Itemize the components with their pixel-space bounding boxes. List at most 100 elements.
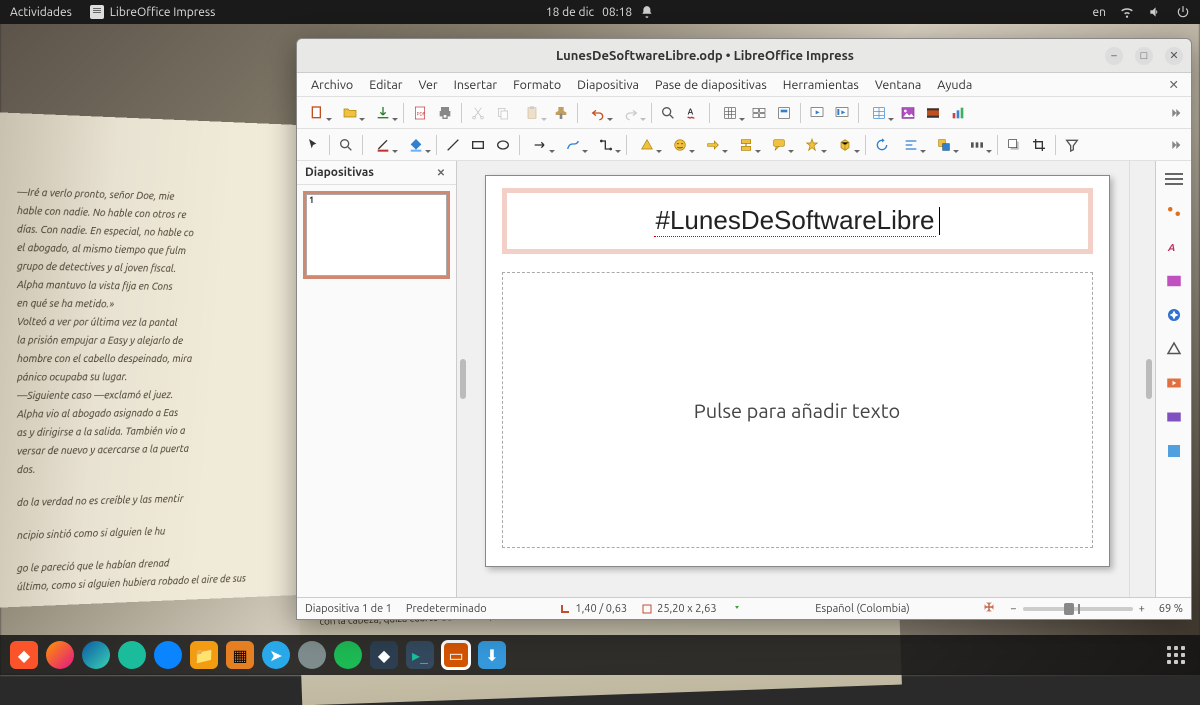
sidebar-animation-icon[interactable] [1162,405,1186,429]
zoom-in-icon[interactable]: + [1139,603,1145,615]
fill-color-button[interactable] [400,133,432,157]
menu-insert[interactable]: Insertar [446,75,505,95]
menu-file[interactable]: Archivo [303,75,361,95]
sidebar-settings-icon[interactable] [1162,167,1186,191]
menu-tools[interactable]: Herramientas [775,75,867,95]
start-current-slide-button[interactable] [830,101,854,125]
slide-title-text[interactable]: #LunesDeSoftwareLibre [654,205,937,237]
status-language[interactable]: Español (Colombia) [815,603,909,615]
start-first-slide-button[interactable] [805,101,829,125]
slide-title-box[interactable]: #LunesDeSoftwareLibre [502,188,1093,254]
document-close-icon[interactable]: ✕ [1163,75,1185,94]
dock-impress-icon[interactable]: ▭ [442,641,470,669]
canvas-scroll[interactable]: #LunesDeSoftwareLibre Pulse para añadir … [469,161,1129,597]
arrange-tool[interactable] [928,133,960,157]
slides-panel-close-icon[interactable]: ✕ [434,166,448,180]
zoom-value[interactable]: 69 % [1159,603,1183,615]
curve-tool[interactable] [557,133,589,157]
callout-tool[interactable] [763,133,795,157]
dock-app-teal-icon[interactable] [118,641,146,669]
dock-app-grey-icon[interactable] [298,641,326,669]
zoom-out-icon[interactable]: − [1010,603,1016,615]
keyboard-lang[interactable]: en [1093,6,1106,19]
dock-terminal-icon[interactable]: ▸_ [406,641,434,669]
activities-button[interactable]: Actividades [10,6,72,19]
insert-image-button[interactable] [896,101,920,125]
redo-button[interactable] [615,101,647,125]
3d-tool[interactable] [829,133,861,157]
dock-telegram-icon[interactable]: ➤ [262,641,290,669]
active-app-indicator[interactable]: LibreOffice Impress [90,5,216,19]
menu-slideshow[interactable]: Pase de diapositivas [647,75,775,95]
dock-edge-icon[interactable] [82,641,110,669]
sidebar-navigator-icon[interactable] [1162,303,1186,327]
crop-tool[interactable] [1027,133,1051,157]
print-button[interactable] [433,101,457,125]
paste-button[interactable] [516,101,548,125]
open-button[interactable] [334,101,366,125]
slide-thumb-1[interactable]: 1 [303,191,450,279]
align-tool[interactable] [895,133,927,157]
minimize-button[interactable]: – [1105,47,1123,65]
insert-table-button[interactable] [863,101,895,125]
display-grid-button[interactable] [714,101,746,125]
wifi-icon[interactable] [1120,5,1134,19]
maximize-button[interactable]: □ [1135,47,1153,65]
arrow-tool[interactable] [524,133,556,157]
dock-firefox-icon[interactable] [46,641,74,669]
menu-slide[interactable]: Diapositiva [569,75,647,95]
stars-tool[interactable] [796,133,828,157]
export-pdf-button[interactable]: PDF [408,101,432,125]
menu-view[interactable]: Ver [411,75,446,95]
menu-format[interactable]: Formato [505,75,569,95]
insert-av-button[interactable] [921,101,945,125]
dock-brave-icon[interactable]: ◆ [10,641,38,669]
select-tool[interactable] [301,133,325,157]
menu-edit[interactable]: Editar [361,75,410,95]
close-button[interactable]: ✕ [1165,47,1183,65]
rectangle-tool[interactable] [466,133,490,157]
toolbar-overflow-button[interactable] [1163,101,1187,125]
undo-button[interactable] [582,101,614,125]
connector-tool[interactable] [590,133,622,157]
dock-spotify-icon[interactable] [334,641,362,669]
slide-content-box[interactable]: Pulse para añadir texto [502,272,1093,548]
menu-window[interactable]: Ventana [867,75,929,95]
block-arrows-tool[interactable] [697,133,729,157]
drawbar-overflow-button[interactable] [1163,133,1187,157]
copy-button[interactable] [491,101,515,125]
dock-inkscape-icon[interactable]: ◆ [370,641,398,669]
status-fit-slide-icon[interactable] [982,600,996,617]
rotate-tool[interactable] [870,133,894,157]
volume-icon[interactable] [1148,5,1162,19]
cut-button[interactable] [466,101,490,125]
panel-splitter-left[interactable] [457,161,469,597]
window-titlebar[interactable]: LunesDeSoftwareLibre.odp • LibreOffice I… [297,39,1191,73]
clock-area[interactable]: 18 de dic 08:18 [546,5,654,19]
sidebar-gallery-icon[interactable] [1162,269,1186,293]
menu-help[interactable]: Ayuda [929,75,980,95]
slide[interactable]: #LunesDeSoftwareLibre Pulse para añadir … [485,175,1110,567]
zoom-tool[interactable] [334,133,358,157]
vertical-scrollbar[interactable] [1129,161,1143,597]
dock-thunderbird-icon[interactable] [154,641,182,669]
dock-show-apps-icon[interactable] [1162,641,1190,669]
new-button[interactable] [301,101,333,125]
sidebar-properties-icon[interactable] [1162,201,1186,225]
power-icon[interactable] [1176,5,1190,19]
sidebar-master-slides-icon[interactable] [1162,439,1186,463]
save-button[interactable] [367,101,399,125]
line-tool[interactable] [441,133,465,157]
shadow-tool[interactable] [1002,133,1026,157]
distribute-tool[interactable] [961,133,993,157]
panel-splitter-right[interactable] [1143,161,1155,597]
basic-shapes-tool[interactable] [631,133,663,157]
ellipse-tool[interactable] [491,133,515,157]
dock-app-orange-icon[interactable]: ▦ [226,641,254,669]
find-button[interactable] [656,101,680,125]
insert-chart-button[interactable] [946,101,970,125]
spellcheck-button[interactable]: A [681,101,705,125]
sidebar-slide-transition-icon[interactable] [1162,371,1186,395]
status-insert-mode[interactable] [731,601,743,616]
zoom-slider[interactable]: − + [1010,603,1144,615]
